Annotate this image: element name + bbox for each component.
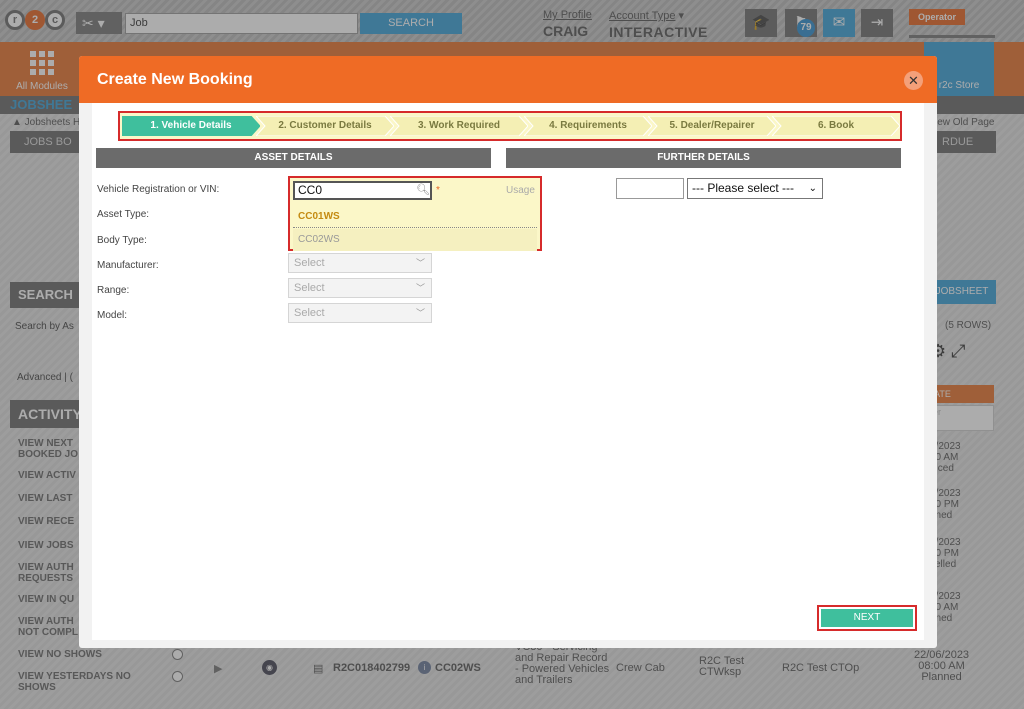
asset-details-heading: ASSET DETAILS [96, 148, 491, 168]
next-button-highlight: NEXT [817, 605, 917, 631]
booking-steps: 1. Vehicle Details 2. Customer Details 3. … [118, 111, 902, 141]
step-1[interactable]: 1. Vehicle Details [122, 116, 260, 136]
step-6[interactable]: 6. Book [772, 116, 900, 136]
chevron-down-icon: ﹀ [415, 283, 425, 293]
search-icon[interactable]: 🔍︎ [416, 183, 430, 196]
asset-type-label: Asset Type: [97, 209, 150, 220]
chevron-down-icon: ﹀ [415, 308, 425, 318]
step-label: 3. Work Required [417, 120, 501, 131]
create-booking-modal: Create New Booking ✕ 1. Vehicle Details 2… [79, 56, 937, 648]
vrn-autocomplete: CC0 🔍︎ * Usage CC01WS CC02WS [288, 176, 542, 251]
step-2[interactable]: 2. Customer Details [256, 116, 394, 136]
step-label: 4. Requirements [549, 120, 627, 131]
next-button[interactable]: NEXT [821, 609, 913, 627]
modal-header: Create New Booking ✕ [79, 56, 937, 103]
step-label: 2. Customer Details [278, 120, 372, 131]
model-select[interactable]: Select ﹀ [288, 303, 432, 323]
step-label: 5. Dealer/Repairer [669, 120, 755, 131]
step-label: 6. Book [817, 120, 855, 131]
required-marker: * [436, 185, 440, 196]
chevron-down-icon: ⌄ [808, 183, 817, 194]
step-3[interactable]: 3. Work Required [390, 116, 528, 136]
modal-title: Create New Booking [97, 71, 253, 88]
vrn-label: Vehicle Registration or VIN: [97, 184, 220, 195]
usage-unit-select[interactable]: --- Please select --- ⌄ [687, 178, 823, 199]
manufacturer-select[interactable]: Select ﹀ [288, 253, 432, 273]
usage-value-input[interactable] [616, 178, 684, 199]
modal-body: 1. Vehicle Details 2. Customer Details 3. … [92, 103, 924, 640]
range-select[interactable]: Select ﹀ [288, 278, 432, 298]
vrn-input[interactable]: CC0 [293, 181, 432, 200]
range-label: Range: [97, 285, 130, 296]
suggestion-item[interactable]: CC02WS [293, 229, 537, 251]
usage-label: Usage [506, 185, 535, 196]
step-label: 1. Vehicle Details [150, 120, 232, 131]
suggestion-item[interactable]: CC01WS [293, 206, 537, 228]
close-icon[interactable]: ✕ [904, 71, 923, 90]
body-type-label: Body Type: [97, 235, 147, 246]
further-details-heading: FURTHER DETAILS [506, 148, 901, 168]
model-label: Model: [97, 310, 128, 321]
manufacturer-label: Manufacturer: [97, 260, 159, 271]
step-4[interactable]: 4. Requirements [524, 116, 652, 136]
chevron-down-icon: ﹀ [415, 258, 425, 268]
step-5[interactable]: 5. Dealer/Repairer [648, 116, 776, 136]
